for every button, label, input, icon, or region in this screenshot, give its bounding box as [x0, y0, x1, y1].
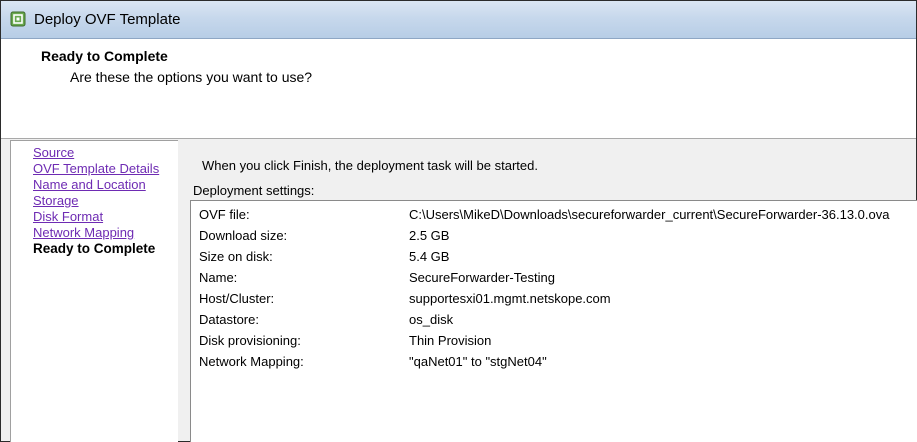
nav-item-source[interactable]: Source [33, 145, 74, 161]
settings-row: OVF file: C:\Users\MikeD\Downloads\secur… [191, 203, 917, 224]
wizard-steps-nav: Source OVF Template Details Name and Loc… [10, 140, 178, 442]
settings-row: Disk provisioning: Thin Provision [191, 329, 917, 350]
setting-key: Download size: [199, 228, 288, 243]
settings-row: Size on disk: 5.4 GB [191, 245, 917, 266]
setting-value: C:\Users\MikeD\Downloads\secureforwarder… [409, 207, 890, 222]
title-bar[interactable]: Deploy OVF Template [1, 1, 916, 39]
step-subtitle: Are these the options you want to use? [70, 69, 313, 85]
setting-value: 5.4 GB [409, 249, 450, 264]
setting-key: Datastore: [199, 312, 259, 327]
nav-item-disk-format[interactable]: Disk Format [33, 209, 103, 225]
nav-item-name-and-location[interactable]: Name and Location [33, 177, 146, 193]
setting-key: Size on disk: [199, 249, 273, 264]
settings-row: Network Mapping: "qaNet01" to "stgNet04" [191, 350, 917, 371]
deployment-settings-label: Deployment settings: [193, 183, 315, 198]
vsphere-app-icon [10, 11, 26, 27]
setting-value: Thin Provision [409, 333, 492, 348]
settings-row: Name: SecureForwarder-Testing [191, 266, 917, 287]
nav-item-network-mapping[interactable]: Network Mapping [33, 225, 134, 241]
setting-value: os_disk [409, 312, 454, 327]
setting-key: Network Mapping: [199, 354, 304, 369]
window-title: Deploy OVF Template [34, 11, 181, 28]
setting-value: SecureForwarder-Testing [409, 270, 555, 285]
dialog-window: Deploy OVF Template Ready to Complete Ar… [0, 0, 917, 442]
setting-key: Host/Cluster: [199, 291, 275, 306]
setting-key: Disk provisioning: [199, 333, 301, 348]
settings-row: Download size: 2.5 GB [191, 224, 917, 245]
nav-item-ovf-template-details[interactable]: OVF Template Details [33, 161, 159, 177]
setting-key: Name: [199, 270, 238, 285]
step-title: Ready to Complete [41, 48, 168, 64]
deployment-settings-list[interactable]: OVF file: C:\Users\MikeD\Downloads\secur… [190, 200, 917, 442]
nav-item-storage[interactable]: Storage [33, 193, 79, 209]
nav-item-ready-to-complete: Ready to Complete [33, 241, 156, 256]
setting-value: 2.5 GB [409, 228, 450, 243]
wizard-header: Ready to Complete Are these the options … [1, 39, 916, 139]
setting-key: OVF file: [199, 207, 250, 222]
settings-row: Datastore: os_disk [191, 308, 917, 329]
finish-notice: When you click Finish, the deployment ta… [202, 158, 538, 173]
setting-value: "qaNet01" to "stgNet04" [409, 354, 547, 369]
settings-row: Host/Cluster: supportesxi01.mgmt.netskop… [191, 287, 917, 308]
setting-value: supportesxi01.mgmt.netskope.com [409, 291, 611, 306]
